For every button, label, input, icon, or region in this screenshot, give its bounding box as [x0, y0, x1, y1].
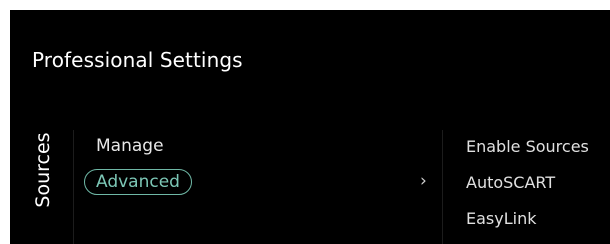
left-divider	[73, 130, 74, 244]
page-title: Professional Settings	[32, 48, 243, 72]
menu-item-advanced[interactable]: Advanced	[84, 169, 192, 195]
submenu-item-autoscart[interactable]: AutoSCART	[466, 173, 555, 192]
tv-settings-screen: Professional Settings Sources Manage Adv…	[10, 10, 610, 244]
submenu-item-easylink[interactable]: EasyLink	[466, 209, 536, 228]
submenu-item-enable-sources[interactable]: Enable Sources	[466, 137, 589, 156]
right-divider	[442, 130, 443, 244]
chevron-right-icon: ›	[420, 171, 427, 191]
menu-item-manage[interactable]: Manage	[96, 136, 164, 156]
section-label-sources: Sources	[32, 132, 54, 208]
